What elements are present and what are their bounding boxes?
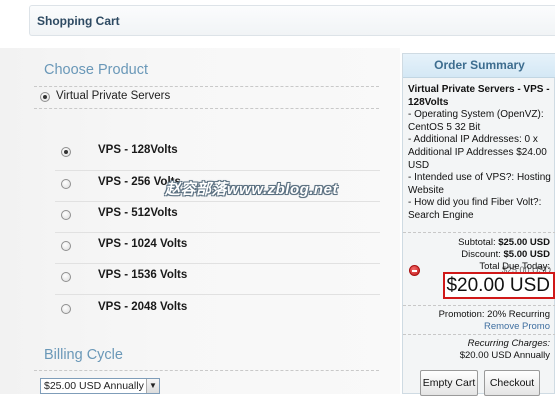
page-title: Shopping Cart (37, 14, 120, 28)
order-detail: - Additional IP Addresses: 0 x Additiona… (408, 134, 547, 171)
category-radio[interactable] (40, 92, 50, 102)
row-divider (55, 170, 380, 171)
product-label: VPS - 2048 Volts (98, 301, 188, 313)
recurring-label: Recurring Charges: (467, 338, 550, 349)
product-radio-2048[interactable] (61, 304, 71, 314)
promotion-text: Promotion: 20% Recurring (438, 309, 550, 320)
order-product-name: Virtual Private Servers - VPS - 128Volts (408, 84, 550, 108)
row-divider (55, 294, 380, 295)
header-bar: Shopping Cart (29, 5, 555, 36)
product-label: VPS - 512Volts (98, 207, 178, 219)
product-label: VPS - 1536 Volts (98, 269, 188, 281)
row-divider (55, 201, 380, 202)
summary-divider (403, 232, 555, 233)
product-label: VPS - 128Volts (98, 144, 178, 156)
billing-cycle-title: Billing Cycle (44, 347, 123, 363)
product-radio-256[interactable] (61, 179, 71, 189)
divider (34, 108, 379, 109)
empty-cart-button[interactable]: Empty Cart (420, 370, 478, 396)
product-radio-512[interactable] (61, 210, 71, 220)
discount-label: Discount: (461, 249, 501, 260)
product-radio-1024[interactable] (61, 241, 71, 251)
checkout-button[interactable]: Checkout (484, 370, 540, 396)
billing-cycle-select[interactable]: $25.00 USD Annually ▼ (40, 378, 160, 394)
product-label: VPS - 1024 Volts (98, 238, 188, 250)
billing-cycle-value: $25.00 USD Annually (44, 380, 144, 392)
divider (34, 86, 379, 87)
order-item: Virtual Private Servers - VPS - 128Volts… (408, 84, 554, 223)
total-due: $20.00 USD (443, 272, 555, 299)
recurring-value: $20.00 USD Annually (459, 350, 550, 361)
choose-product-title: Choose Product (44, 62, 148, 78)
row-divider (55, 232, 380, 233)
order-detail: - How did you find Fiber Volt?: Search E… (408, 197, 542, 221)
order-detail: - Operating System (OpenVZ): CentOS 5 32… (408, 109, 544, 133)
remove-item-icon[interactable] (409, 265, 420, 276)
product-radio-128[interactable] (61, 147, 71, 157)
subtotal-value: $25.00 USD (498, 237, 550, 248)
divider (34, 370, 379, 371)
order-summary-title: Order Summary (403, 54, 555, 78)
remove-promo-link[interactable]: Remove Promo (484, 321, 550, 332)
order-summary-panel: Order Summary Virtual Private Servers - … (402, 53, 555, 396)
discount-row: Discount: $5.00 USD (461, 249, 550, 260)
total-label: Total Due Today: (479, 261, 550, 272)
discount-value: $5.00 USD (503, 249, 550, 260)
subtotal-row: Subtotal: $25.00 USD (458, 237, 550, 248)
summary-divider (403, 334, 555, 335)
order-detail: - Intended use of VPS?: Hosting Website (408, 172, 551, 196)
watermark: 赵容部落www.zblog.net (165, 181, 338, 198)
row-divider (55, 263, 380, 264)
summary-divider (403, 305, 555, 306)
category-label: Virtual Private Servers (56, 90, 171, 102)
product-radio-1536[interactable] (61, 272, 71, 282)
subtotal-label: Subtotal: (458, 237, 496, 248)
dropdown-arrow-icon[interactable]: ▼ (146, 379, 159, 393)
